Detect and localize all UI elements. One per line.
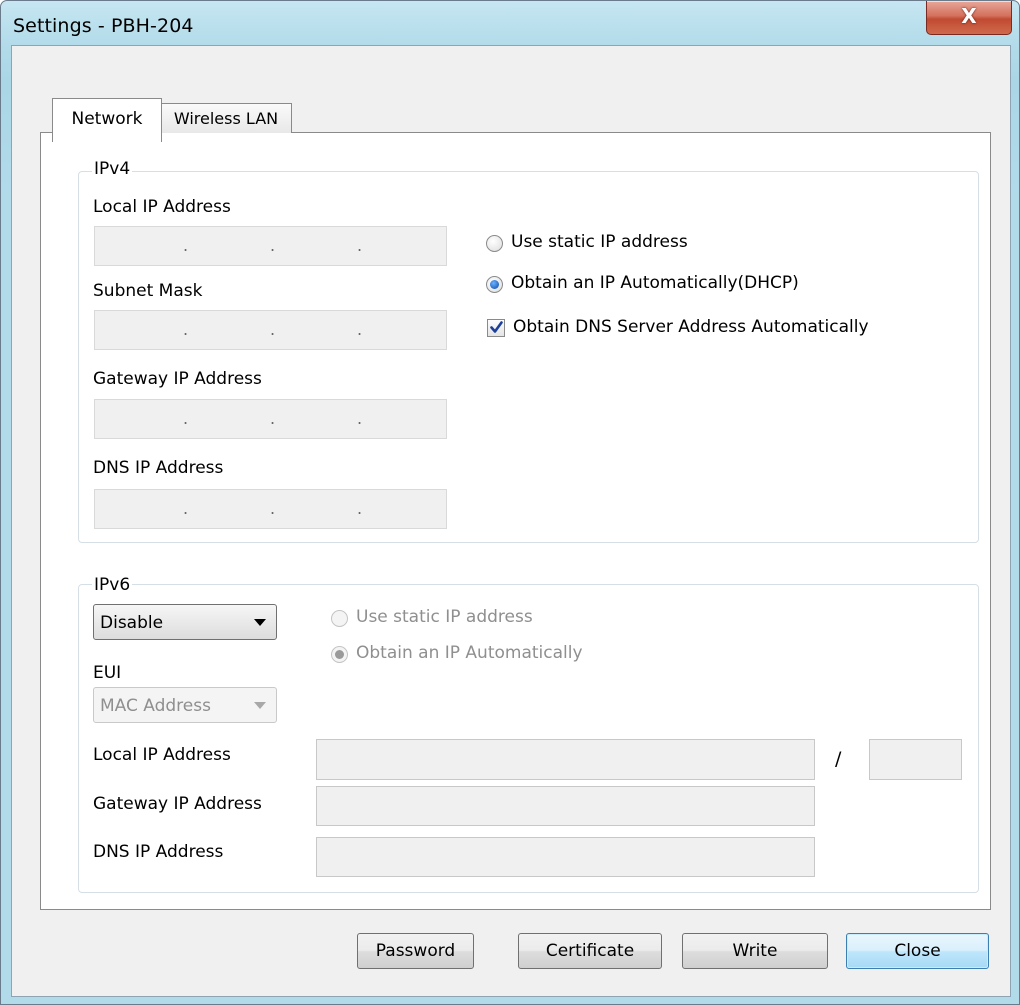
- ipv6-obtain-auto-radio[interactable]: [331, 646, 348, 663]
- ipv4-subnet-mask-field[interactable]: . . .: [94, 310, 447, 350]
- write-button[interactable]: Write: [682, 933, 828, 969]
- checkmark-icon: [490, 321, 503, 333]
- certificate-button[interactable]: Certificate: [518, 933, 662, 969]
- ipv4-local-ip-label: Local IP Address: [93, 197, 231, 217]
- ipv4-group-label: IPv4: [92, 159, 133, 179]
- ipv6-dns-field[interactable]: [316, 837, 815, 877]
- window-title: Settings - PBH-204: [13, 15, 194, 37]
- ipv6-mode-value: Disable: [100, 613, 164, 633]
- ipv6-eui-label: EUI: [93, 663, 122, 683]
- tab-wireless-lan[interactable]: Wireless LAN: [160, 103, 292, 133]
- ipv6-mode-select[interactable]: Disable: [93, 604, 277, 640]
- window-close-button[interactable]: X: [926, 1, 1012, 35]
- ipv4-use-static-radio[interactable]: [486, 235, 503, 252]
- ipv4-obtain-dns-label[interactable]: Obtain DNS Server Address Automatically: [513, 317, 869, 337]
- ipv6-prefix-length-field[interactable]: [869, 739, 962, 780]
- ipv6-local-ip-label: Local IP Address: [93, 745, 231, 765]
- ipv4-dns-label: DNS IP Address: [93, 458, 224, 478]
- chevron-down-icon: [254, 702, 266, 709]
- ipv6-prefix-separator: /: [835, 748, 842, 770]
- ipv6-local-ip-field[interactable]: [316, 739, 815, 780]
- ipv6-obtain-auto-label[interactable]: Obtain an IP Automatically: [356, 643, 583, 663]
- close-icon: X: [961, 4, 977, 28]
- ipv6-use-static-label[interactable]: Use static IP address: [356, 607, 533, 627]
- ipv4-obtain-dns-checkbox[interactable]: [487, 319, 505, 337]
- title-bar[interactable]: Settings - PBH-204 X: [1, 1, 1019, 45]
- ipv6-group-label: IPv6: [92, 575, 133, 595]
- ipv6-dns-label: DNS IP Address: [93, 842, 224, 862]
- ipv4-local-ip-field[interactable]: . . .: [94, 226, 447, 266]
- tab-network[interactable]: Network: [52, 98, 162, 142]
- ipv4-dns-field[interactable]: . . .: [94, 489, 447, 529]
- ipv6-gateway-field[interactable]: [316, 786, 815, 826]
- close-button[interactable]: Close: [846, 933, 989, 969]
- ipv6-gateway-label: Gateway IP Address: [93, 794, 262, 814]
- ipv6-eui-value: MAC Address: [100, 696, 211, 716]
- ipv6-use-static-radio[interactable]: [331, 610, 348, 627]
- password-button[interactable]: Password: [357, 933, 474, 969]
- ipv4-subnet-mask-label: Subnet Mask: [93, 281, 203, 301]
- chevron-down-icon: [254, 619, 266, 626]
- ipv4-gateway-field[interactable]: . . .: [94, 399, 447, 439]
- ipv6-eui-select[interactable]: MAC Address: [93, 687, 277, 723]
- ipv4-obtain-auto-label[interactable]: Obtain an IP Automatically(DHCP): [511, 273, 799, 293]
- settings-window: Settings - PBH-204 X Network Wireless LA…: [0, 0, 1020, 1005]
- ipv4-gateway-label: Gateway IP Address: [93, 369, 262, 389]
- ipv4-obtain-auto-radio[interactable]: [486, 276, 503, 293]
- ipv4-use-static-label[interactable]: Use static IP address: [511, 232, 688, 252]
